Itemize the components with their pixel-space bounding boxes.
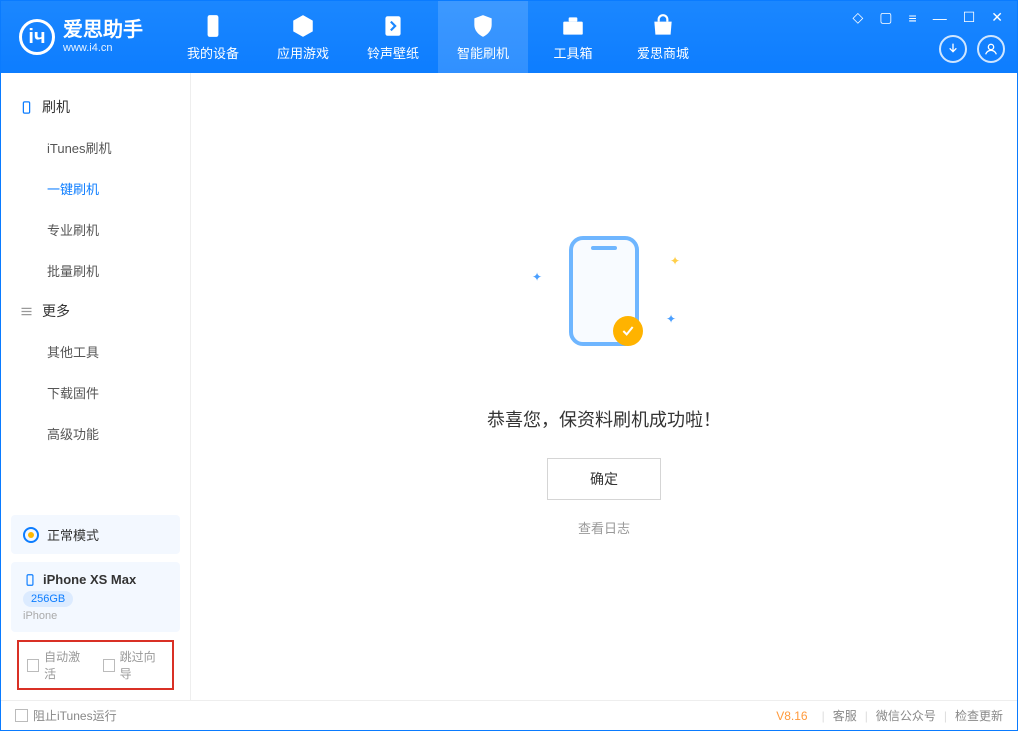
- checkbox-box-icon: [27, 659, 39, 672]
- sidebar-group-more: 更多: [1, 291, 190, 331]
- feedback-icon[interactable]: ▢: [875, 7, 896, 28]
- music-icon: [380, 13, 406, 39]
- phone-illustration: [569, 236, 639, 346]
- checkbox-box-icon: [15, 709, 28, 722]
- app-name: 爱思助手: [63, 18, 143, 42]
- shield-icon: [470, 13, 496, 39]
- sidebar-item-pro-flash[interactable]: 专业刷机: [1, 209, 190, 250]
- device-storage: 256GB: [23, 591, 73, 607]
- close-button[interactable]: ✕: [987, 7, 1007, 28]
- footer-bar: 阻止iTunes运行 V8.16 | 客服 | 微信公众号 | 检查更新: [1, 700, 1017, 730]
- footer-link-wechat[interactable]: 微信公众号: [876, 707, 936, 724]
- main-content: ✦ ✦ ✦ 恭喜您，保资料刷机成功啦！ 确定 查看日志: [191, 73, 1017, 700]
- cube-icon: [290, 13, 316, 39]
- sparkle-icon: ✦: [666, 312, 676, 326]
- success-illustration: ✦ ✦ ✦: [544, 236, 664, 356]
- sidebar-group-flash: 刷机: [1, 87, 190, 127]
- version-label: V8.16: [776, 709, 807, 723]
- sparkle-icon: ✦: [670, 254, 680, 268]
- checkbox-skip-guide[interactable]: 跳过向导: [103, 648, 165, 682]
- toolbox-icon: [560, 13, 586, 39]
- download-icon: [945, 41, 961, 57]
- mode-label: 正常模式: [47, 525, 99, 544]
- view-log-link[interactable]: 查看日志: [578, 518, 630, 537]
- header-bar: iч 爱思助手 www.i4.cn 我的设备 应用游戏 铃声壁纸 智能刷机 工具…: [1, 1, 1017, 73]
- sidebar-item-itunes-flash[interactable]: iTunes刷机: [1, 127, 190, 168]
- sidebar-item-oneclick-flash[interactable]: 一键刷机: [1, 168, 190, 209]
- nav-tab-toolbox[interactable]: 工具箱: [528, 1, 618, 73]
- sparkle-icon: ✦: [532, 270, 542, 284]
- logo: iч 爱思助手 www.i4.cn: [19, 18, 143, 55]
- minimize-button[interactable]: —: [929, 8, 951, 28]
- nav-tab-apps[interactable]: 应用游戏: [258, 1, 348, 73]
- sidebar-item-other-tools[interactable]: 其他工具: [1, 331, 190, 372]
- footer-link-support[interactable]: 客服: [833, 707, 857, 724]
- sidebar-item-advanced[interactable]: 高级功能: [1, 413, 190, 454]
- app-url: www.i4.cn: [63, 42, 143, 55]
- phone-outline-icon: [19, 100, 34, 115]
- window-controls: ◇ ▢ ≡ — ☐ ✕: [849, 7, 1007, 28]
- logo-icon: iч: [19, 19, 55, 55]
- menu-icon[interactable]: ≡: [905, 8, 921, 28]
- device-type: iPhone: [23, 610, 168, 622]
- nav-tabs: 我的设备 应用游戏 铃声壁纸 智能刷机 工具箱 爱思商城: [168, 1, 708, 73]
- nav-tab-flash[interactable]: 智能刷机: [438, 1, 528, 73]
- nav-tab-ringtone[interactable]: 铃声壁纸: [348, 1, 438, 73]
- account-button[interactable]: [977, 35, 1005, 63]
- skin-icon[interactable]: ◇: [849, 7, 868, 28]
- user-icon: [983, 41, 999, 57]
- nav-tab-store[interactable]: 爱思商城: [618, 1, 708, 73]
- download-button[interactable]: [939, 35, 967, 63]
- sidebar: 刷机 iTunes刷机 一键刷机 专业刷机 批量刷机 更多 其他工具 下载固件 …: [1, 73, 191, 700]
- device-card[interactable]: iPhone XS Max 256GB iPhone: [11, 562, 180, 632]
- store-icon: [650, 13, 676, 39]
- device-name: iPhone XS Max: [43, 572, 136, 587]
- mode-card[interactable]: 正常模式: [11, 515, 180, 554]
- check-badge-icon: [613, 316, 643, 346]
- success-message: 恭喜您，保资料刷机成功啦！: [487, 406, 721, 432]
- checkbox-box-icon: [103, 659, 115, 672]
- footer-link-update[interactable]: 检查更新: [955, 707, 1003, 724]
- list-icon: [19, 304, 34, 319]
- device-phone-icon: [23, 573, 37, 587]
- highlighted-checkbox-row: 自动激活 跳过向导: [17, 640, 174, 690]
- checkbox-block-itunes[interactable]: 阻止iTunes运行: [15, 707, 117, 724]
- sidebar-item-batch-flash[interactable]: 批量刷机: [1, 250, 190, 291]
- sidebar-item-download-firmware[interactable]: 下载固件: [1, 372, 190, 413]
- nav-tab-device[interactable]: 我的设备: [168, 1, 258, 73]
- phone-icon: [200, 13, 226, 39]
- confirm-button[interactable]: 确定: [547, 458, 661, 500]
- maximize-button[interactable]: ☐: [959, 7, 980, 28]
- mode-icon: [23, 527, 39, 543]
- checkbox-auto-activate[interactable]: 自动激活: [27, 648, 89, 682]
